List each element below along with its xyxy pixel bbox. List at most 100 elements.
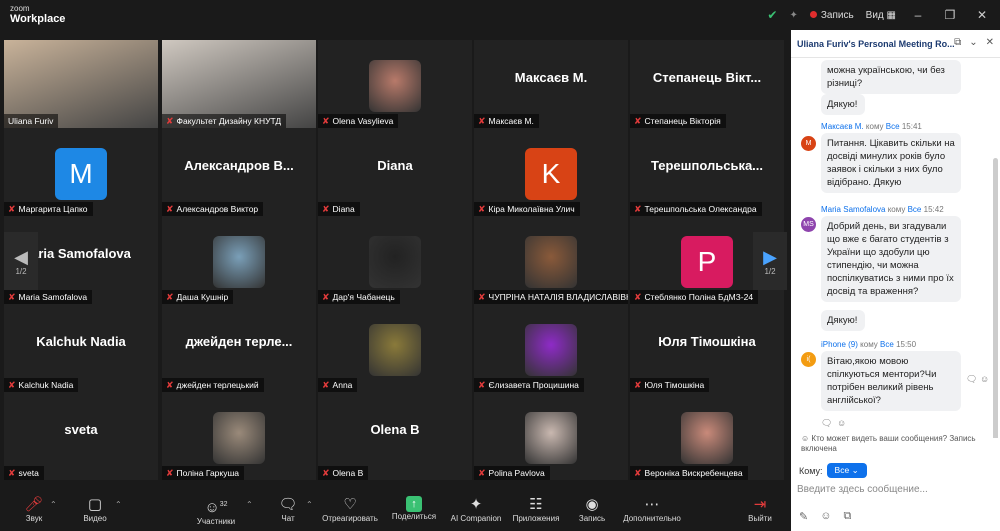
leave-icon: ⇥: [753, 496, 767, 513]
participants-options-caret[interactable]: ⌃: [246, 500, 253, 509]
participant-tile[interactable]: ✘ Дар'я Чабанець: [318, 216, 472, 304]
more-label: Дополнительно: [623, 514, 681, 523]
participants-button[interactable]: ☺32 Участники: [186, 496, 246, 526]
participant-tile[interactable]: Александров В... ✘ Александров Виктор: [162, 128, 316, 216]
participant-name: Александров Виктор: [176, 204, 259, 214]
prev-page-button[interactable]: ◀ 1/2: [4, 232, 38, 290]
video-options-caret[interactable]: ⌃: [115, 500, 122, 509]
mic-muted-icon: ✘: [322, 204, 330, 214]
participant-tile[interactable]: Diana ✘ Diana: [318, 128, 472, 216]
leave-label: Выйти: [748, 514, 772, 523]
mic-muted-icon: ✘: [166, 116, 174, 126]
ai-companion-button[interactable]: ✦ AI Companion: [446, 496, 506, 523]
participant-name: Uliana Furiv: [8, 116, 54, 126]
mic-muted-icon: ✘: [322, 116, 330, 126]
participant-tile[interactable]: Uliana Furiv: [4, 40, 158, 128]
participant-photo: [369, 324, 421, 376]
mic-muted-icon: ✘: [478, 116, 486, 126]
participant-tile[interactable]: M ✘ Маргарита Цапко: [4, 128, 158, 216]
mic-muted-icon: ✘: [8, 204, 16, 214]
popout-icon[interactable]: ⧉: [954, 37, 961, 48]
format-icon[interactable]: ✎: [799, 510, 808, 523]
participant-name: Anna: [332, 380, 353, 390]
participant-tile[interactable]: ✘ Факультет Дизайну КНУТД: [162, 40, 316, 128]
record-icon: ◉: [585, 496, 599, 513]
emoji-icon[interactable]: ☺: [820, 510, 831, 523]
audio-options-caret[interactable]: ⌃: [50, 500, 57, 509]
participants-label: Участники: [196, 517, 236, 526]
chat-scrollbar[interactable]: [993, 158, 998, 438]
record-dot-icon: [809, 10, 817, 18]
to-prefix: кому: [887, 205, 906, 214]
chat-message: можна українською, чи без різниці?: [821, 60, 961, 94]
emoji-react-icon[interactable]: ☺: [837, 418, 846, 428]
participant-tile[interactable]: K ✘ Кіра Миколаївна Улич: [474, 128, 628, 216]
participant-tile[interactable]: Степанець Вікт... ✘ Степанець Вікторія: [630, 40, 784, 128]
mic-muted-icon: ✘: [8, 380, 16, 390]
participant-tile[interactable]: ✘ Olena Vasylieva: [318, 40, 472, 128]
participant-tile[interactable]: джейден терле... ✘ джейден терлецький: [162, 304, 316, 392]
sender-name[interactable]: Maria Samofalova: [821, 205, 885, 214]
participant-tile[interactable]: Юля Тімошкіна ✘ Юля Тімошкіна: [630, 304, 784, 392]
react-button[interactable]: ♡ Отреагировать: [320, 496, 380, 523]
chevron-down-icon[interactable]: ⌄: [969, 37, 977, 48]
close-icon[interactable]: ✕: [972, 8, 992, 22]
next-page-indicator: 1/2: [764, 266, 776, 276]
attach-icon[interactable]: ⧉: [843, 510, 851, 523]
participant-tile[interactable]: ✘ Anna: [318, 304, 472, 392]
participants-count: 32: [219, 501, 228, 508]
reply-icon[interactable]: 🗨︎: [966, 374, 977, 385]
participant-tile[interactable]: sveta ✘ sveta: [4, 392, 158, 480]
participant-tile[interactable]: ✘ Polina Pavlova: [474, 392, 628, 480]
sender-name[interactable]: iPhone (9): [821, 340, 858, 349]
participant-tile[interactable]: ✘ ЧУПРІНА НАТАЛІЯ ВЛАДИСЛАВІВНА: [474, 216, 628, 304]
video-grid: Uliana Furiv ✘ Факультет Дизайну КНУТД ✘ Ole…: [4, 40, 787, 484]
reply-icon[interactable]: 🗨︎: [821, 418, 832, 429]
sparkle-icon[interactable]: ✦: [789, 10, 797, 21]
recipient-dropdown[interactable]: Все ⌄: [826, 463, 867, 478]
minimize-icon[interactable]: –: [908, 8, 928, 22]
participant-display-name: Юля Тімошкіна: [658, 334, 756, 349]
participant-name: Olena Vasylieva: [332, 116, 394, 126]
participant-tile[interactable]: ✘ Єлизавета Процишина: [474, 304, 628, 392]
participant-tile[interactable]: Максаєв М. ✘ Максаєв М.: [474, 40, 628, 128]
next-page-button[interactable]: ▶ 1/2: [753, 232, 787, 290]
mic-muted-icon: ✘: [322, 380, 330, 390]
chat-title: Uliana Furiv's Personal Meeting Ro...: [797, 38, 955, 49]
chat-message: Дякую!: [821, 310, 865, 331]
privacy-notice[interactable]: ☺ Кто может видеть ваши сообщения? Запис…: [801, 434, 996, 454]
mic-muted-icon: ✘: [322, 292, 330, 302]
participant-name: Стеблянко Поліна БдМЗ-24: [644, 292, 754, 302]
leave-button[interactable]: ⇥ Выйти: [730, 496, 790, 523]
participant-name: Поліна Гаркуша: [176, 468, 240, 478]
more-button[interactable]: ⋯ Дополнительно: [622, 496, 682, 523]
participant-photo: [369, 236, 421, 288]
participant-tile[interactable]: ✘ Даша Кушнір: [162, 216, 316, 304]
participant-name-label: Uliana Furiv: [4, 114, 59, 128]
sender-name[interactable]: Максаєв М.: [821, 122, 864, 131]
mic-muted-icon: ✘: [634, 468, 642, 478]
view-menu[interactable]: Вид ▦: [866, 10, 896, 21]
share-button[interactable]: ↑ Поделиться: [384, 496, 444, 521]
restore-icon[interactable]: ❐: [940, 8, 960, 22]
participant-name: джейден терлецький: [176, 380, 259, 390]
close-icon[interactable]: ✕: [986, 37, 994, 48]
apps-button[interactable]: ☷ Приложения: [506, 496, 566, 523]
recording-indicator[interactable]: Запись: [809, 10, 854, 21]
chat-options-caret[interactable]: ⌃: [306, 500, 313, 509]
emoji-react-icon[interactable]: ☺: [980, 374, 989, 384]
record-button[interactable]: ◉ Запись: [562, 496, 622, 523]
participant-tile[interactable]: Терешпольська... ✘ Терешпольська Олександр…: [630, 128, 784, 216]
participant-name-label: ✘ Терешпольська Олександра: [630, 202, 762, 216]
participant-tile[interactable]: ✘ Вероніка Вискребенцева: [630, 392, 784, 480]
participant-tile[interactable]: Olena B ✘ Olena B: [318, 392, 472, 480]
participant-name-label: ✘ Маргарита Цапко: [4, 202, 93, 216]
participant-avatar: P: [681, 236, 733, 288]
chat-input[interactable]: Введите здесь сообщение...: [797, 482, 992, 502]
participant-name: sveta: [18, 468, 39, 478]
shield-check-icon[interactable]: ✔: [767, 8, 777, 22]
recipient-selector: Кому: Все ⌄: [799, 463, 867, 478]
participant-tile[interactable]: Kalchuk Nadia ✘ Kalchuk Nadia: [4, 304, 158, 392]
participant-tile[interactable]: ✘ Поліна Гаркуша: [162, 392, 316, 480]
heart-icon: ♡: [343, 496, 357, 513]
